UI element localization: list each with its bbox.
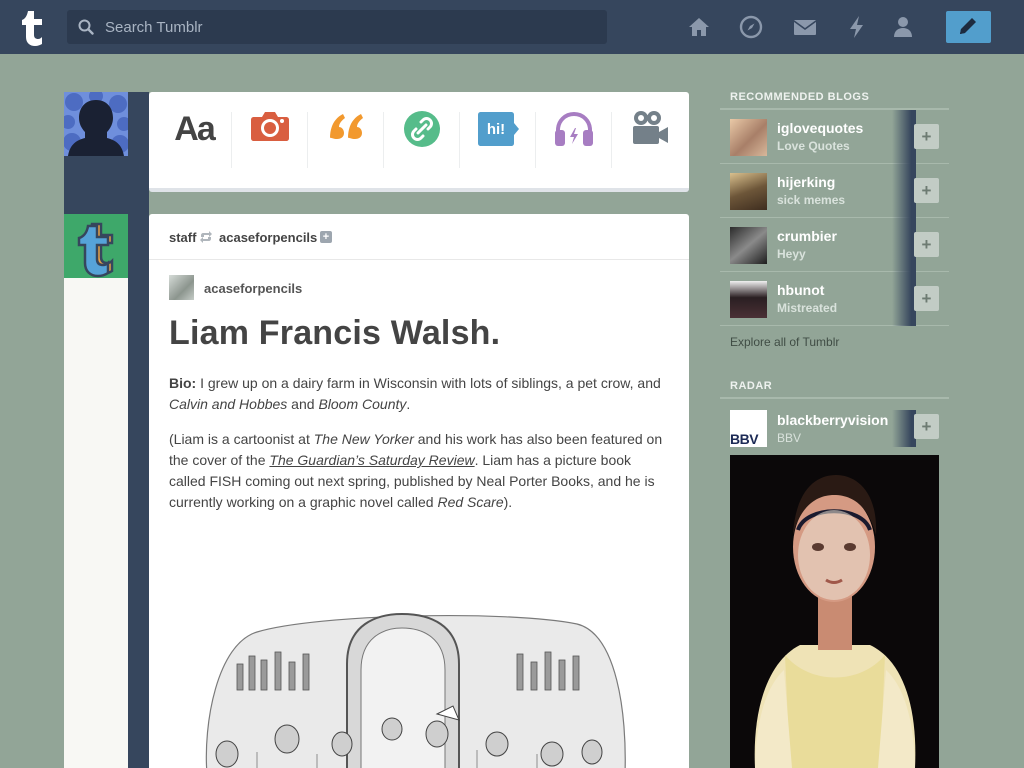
radar-blog-subtitle: BBV xyxy=(777,431,802,445)
blog-fade xyxy=(892,218,916,272)
tumblr-logo[interactable] xyxy=(17,8,49,46)
camera-icon xyxy=(251,112,289,141)
radar-blog-logo: BBV xyxy=(730,410,767,447)
bio-label: Bio: xyxy=(169,375,197,391)
account-person-icon[interactable] xyxy=(891,15,915,39)
follow-plus-icon[interactable]: + xyxy=(320,231,332,243)
follow-plus-icon[interactable]: + xyxy=(914,178,939,203)
post-type-audio[interactable] xyxy=(536,92,612,188)
source-blog-avatar[interactable] xyxy=(169,275,194,300)
user-avatar[interactable] xyxy=(64,92,128,156)
headphones-icon xyxy=(555,112,593,146)
about-italic-1: The New Yorker xyxy=(313,431,414,447)
post-header: staff acaseforpencils + xyxy=(149,214,689,260)
reblogger-name[interactable]: staff xyxy=(169,230,196,245)
source-blog-name[interactable]: acaseforpencils xyxy=(204,281,302,296)
video-camera-icon xyxy=(633,111,668,144)
pencil-icon xyxy=(960,18,976,34)
blog-name[interactable]: hbunot xyxy=(777,282,824,298)
post-type-photo[interactable] xyxy=(232,92,308,188)
post-type-chat[interactable]: hi! xyxy=(460,92,536,188)
post-type-quote[interactable] xyxy=(308,92,384,188)
recommended-blog-item[interactable]: iglovequotes Love Quotes + xyxy=(720,110,949,164)
blog-name[interactable]: hijerking xyxy=(777,174,835,190)
blog-subtitle: Mistreated xyxy=(777,301,838,315)
post-type-menu: Aa hi! xyxy=(149,92,689,192)
inbox-mail-icon[interactable] xyxy=(793,15,817,39)
radar-fade xyxy=(892,410,916,447)
reblogged-from-name[interactable]: acaseforpencils xyxy=(219,230,317,245)
radar-blog[interactable]: BBV blackberryvision BBV + xyxy=(720,408,949,448)
blog-subtitle: sick memes xyxy=(777,193,846,207)
radar-photo[interactable] xyxy=(730,455,939,768)
radar-blog-name[interactable]: blackberryvision xyxy=(777,412,888,428)
follow-plus-icon[interactable]: + xyxy=(914,124,939,149)
search-box[interactable] xyxy=(67,10,607,44)
search-icon xyxy=(78,19,94,35)
blog-name[interactable]: iglovequotes xyxy=(777,120,863,136)
post-paragraph-about: (Liam is a cartoonist at The New Yorker … xyxy=(169,429,669,513)
explore-tumblr-link[interactable]: Explore all of Tumblr xyxy=(730,335,839,349)
recommended-blog-item[interactable]: hijerking sick memes + xyxy=(720,164,949,218)
cartoon-illustration xyxy=(205,612,626,768)
staff-avatar[interactable] xyxy=(64,214,128,278)
follow-plus-icon[interactable]: + xyxy=(914,286,939,311)
blog-name[interactable]: crumbier xyxy=(777,228,837,244)
post-card: staff acaseforpencils + acaseforpencils … xyxy=(149,214,689,768)
home-icon[interactable] xyxy=(687,15,711,39)
blog-avatar xyxy=(730,173,767,210)
blog-fade xyxy=(892,110,916,164)
recommended-blogs-heading: RECOMMENDED BLOGS xyxy=(730,91,870,103)
post-type-link[interactable] xyxy=(384,92,460,188)
radar-heading: RADAR xyxy=(730,380,773,392)
follow-plus-icon[interactable]: + xyxy=(914,232,939,257)
dashboard-spine-connector xyxy=(64,156,149,214)
about-text-4: ). xyxy=(503,494,513,510)
post-paragraph-bio: Bio: I grew up on a dairy farm in Wiscon… xyxy=(169,373,669,415)
link-icon xyxy=(404,111,440,147)
guardian-review-link[interactable]: The Guardian’s Saturday Review xyxy=(269,452,474,468)
reblog-icon xyxy=(200,231,212,243)
explore-compass-icon[interactable] xyxy=(739,15,763,39)
text-post-icon: Aa xyxy=(174,110,215,148)
bio-text-2: and xyxy=(287,396,319,412)
bio-italic-2: Bloom County xyxy=(318,396,407,412)
about-italic-2: Red Scare xyxy=(437,494,504,510)
radar-logo-text: BBV xyxy=(730,431,759,447)
post-type-video[interactable] xyxy=(612,92,688,188)
quote-icon xyxy=(330,114,363,139)
post-title: Liam Francis Walsh. xyxy=(169,314,501,352)
chat-icon: hi! xyxy=(478,112,519,146)
top-navigation-bar xyxy=(0,0,1024,54)
blog-subtitle: Love Quotes xyxy=(777,139,850,153)
bio-text-3: . xyxy=(406,396,411,412)
bio-italic-1: Calvin and Hobbes xyxy=(169,396,288,412)
blog-fade xyxy=(892,272,916,326)
recommended-blog-item[interactable]: hbunot Mistreated + xyxy=(720,272,949,326)
blog-subtitle: Heyy xyxy=(777,247,806,261)
activity-lightning-icon[interactable] xyxy=(845,15,869,39)
blog-avatar xyxy=(730,119,767,156)
follow-plus-icon[interactable]: + xyxy=(914,414,939,439)
about-text-1: (Liam is a cartoonist at xyxy=(169,431,314,447)
search-input[interactable] xyxy=(105,10,595,44)
chat-icon-label: hi! xyxy=(487,121,505,138)
blog-fade xyxy=(892,164,916,218)
recommended-blog-item[interactable]: crumbier Heyy + xyxy=(720,218,949,272)
blog-avatar xyxy=(730,281,767,318)
radar-divider xyxy=(720,397,949,399)
compose-button[interactable] xyxy=(946,11,991,43)
post-type-text[interactable]: Aa xyxy=(156,92,232,188)
left-rail xyxy=(64,278,128,768)
bio-text-1: I grew up on a dairy farm in Wisconsin w… xyxy=(196,375,661,391)
blog-avatar xyxy=(730,227,767,264)
